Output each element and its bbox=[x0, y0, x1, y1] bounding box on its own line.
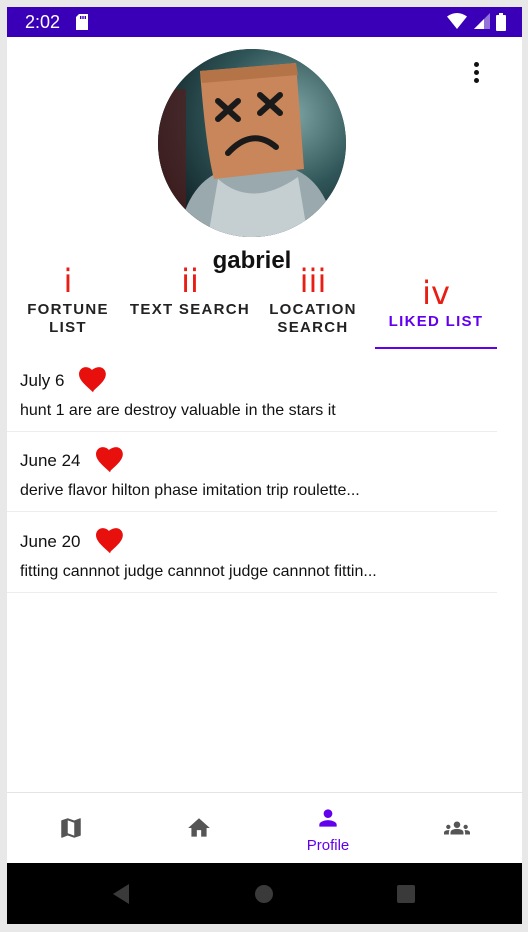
tab-number: iii bbox=[299, 262, 327, 300]
item-date: June 20 bbox=[20, 532, 81, 551]
tab-location-search[interactable]: iii Location Search bbox=[252, 265, 374, 357]
group-icon bbox=[444, 821, 470, 835]
tab-label: Text Search bbox=[129, 301, 251, 318]
tab-fortune-list[interactable]: i Fortune List bbox=[7, 265, 129, 357]
item-text: hunt 1 are are destroy valuable in the s… bbox=[20, 402, 336, 419]
tab-number: i bbox=[63, 262, 73, 300]
tab-indicator bbox=[375, 347, 497, 349]
tab-number: ii bbox=[181, 262, 199, 300]
avatar bbox=[158, 49, 346, 237]
tab-label: Liked List bbox=[388, 313, 484, 330]
back-icon[interactable] bbox=[111, 883, 131, 905]
heart-icon[interactable] bbox=[96, 528, 124, 554]
home-icon bbox=[188, 818, 210, 837]
heart-icon[interactable] bbox=[96, 447, 124, 473]
list-item[interactable]: June 24 derive flavor hilton phase imita… bbox=[7, 431, 497, 512]
person-icon bbox=[319, 809, 337, 827]
system-navigation-bar bbox=[7, 863, 522, 924]
more-options-icon[interactable] bbox=[469, 60, 483, 84]
nav-map[interactable] bbox=[7, 793, 135, 864]
recents-icon[interactable] bbox=[396, 884, 416, 904]
map-icon bbox=[61, 818, 81, 838]
tab-number: iv bbox=[422, 274, 450, 312]
bottom-navigation: Profile bbox=[7, 792, 522, 864]
nav-label: Profile bbox=[306, 837, 350, 854]
tab-label: Fortune List bbox=[27, 301, 109, 336]
heart-icon[interactable] bbox=[79, 367, 107, 393]
nav-community[interactable] bbox=[393, 793, 521, 864]
nav-home[interactable] bbox=[135, 793, 263, 864]
status-bar: 2:02 bbox=[7, 7, 522, 37]
signal-icon bbox=[472, 13, 494, 30]
app-screen: 2:02 gabriel i FORTUNE LIST ii TEXT SEAR… bbox=[7, 7, 522, 924]
status-time: 2:02 bbox=[25, 12, 61, 32]
item-text: fitting cannnot judge cannnot judge cann… bbox=[20, 563, 377, 580]
nav-profile[interactable]: Profile bbox=[264, 793, 392, 864]
battery-icon bbox=[494, 13, 506, 31]
list-item[interactable]: June 20 fitting cannnot judge cannnot ju… bbox=[7, 512, 497, 593]
list-item[interactable]: July 6 hunt 1 are are destroy valuable i… bbox=[7, 351, 497, 432]
home-button-icon[interactable] bbox=[254, 884, 274, 904]
tab-text-search[interactable]: ii Text Search bbox=[129, 265, 251, 357]
wifi-icon bbox=[445, 13, 471, 30]
tab-label: Location Search bbox=[269, 301, 357, 336]
item-date: July 6 bbox=[20, 371, 65, 390]
item-date: June 24 bbox=[20, 451, 81, 470]
item-text: derive flavor hilton phase imitation tri… bbox=[20, 482, 360, 499]
sd-card-icon bbox=[76, 14, 88, 35]
